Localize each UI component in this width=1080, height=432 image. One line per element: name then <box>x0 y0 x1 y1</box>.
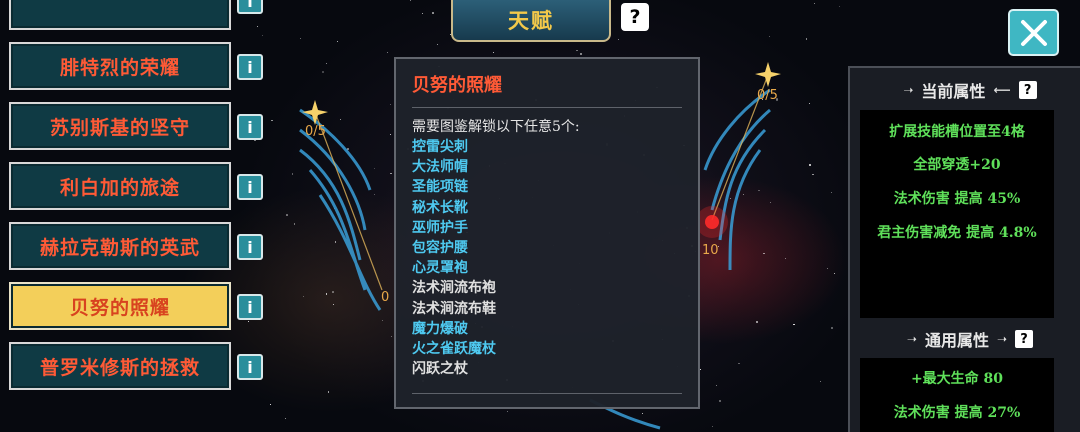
divider <box>412 393 682 394</box>
requirement-item: 闪跃之杖 <box>412 361 468 378</box>
requirement-item: 法术涧流布袍 <box>412 280 496 297</box>
info-icon: i <box>247 117 253 137</box>
sidebar-item-label: 苏别斯基的坚守 <box>49 116 190 139</box>
arrow-right-icon: ➝ <box>906 332 917 346</box>
sidebar-item-label: 普罗米修斯的拯救 <box>39 356 200 379</box>
help-button[interactable]: ? <box>1015 330 1034 348</box>
node-count-right: 0/5 <box>757 88 778 103</box>
general-attributes-box: +最大生命 80 法术伤害 提高 27% <box>860 358 1054 432</box>
info-icon: i <box>247 0 253 11</box>
attribute-line: 扩展技能槽位置至4格 <box>889 124 1025 140</box>
requirement-item: 火之雀跃魔杖 <box>412 340 496 357</box>
tooltip-title: 贝努的照耀 <box>412 75 502 96</box>
talent-tooltip: 贝努的照耀 需要图鉴解锁以下任意5个: 控雷尖刺 大法师帽 圣能项链 秘术长靴 … <box>394 57 700 409</box>
sidebar-item-label: 赫拉克勒斯的英武 <box>39 236 200 259</box>
attribute-panel: ➝ 当前属性 ⟵ ? 扩展技能槽位置至4格 全部穿透+20 法术伤害 提高 45… <box>848 66 1080 432</box>
talent-node-glow <box>696 206 728 238</box>
divider <box>412 107 682 108</box>
question-icon: ? <box>1020 331 1028 347</box>
sidebar-item-sobieski[interactable]: 苏别斯基的坚守 <box>9 102 231 150</box>
sidebar-item-label: 贝努的照耀 <box>69 296 170 319</box>
question-icon: ? <box>629 6 641 28</box>
sidebar-item-bennu[interactable]: 贝努的照耀 <box>9 282 231 330</box>
sidebar-item-label: 腓特烈的荣耀 <box>59 56 180 79</box>
current-attributes-box: 扩展技能槽位置至4格 全部穿透+20 法术伤害 提高 45% 君主伤害减免 提高… <box>860 110 1054 318</box>
tooltip-requirement: 需要图鉴解锁以下任意5个: <box>412 119 580 135</box>
requirement-list: 控雷尖刺 大法师帽 圣能项链 秘术长靴 巫师护手 包容护腰 心灵罩袍 法术涧流布… <box>412 137 496 379</box>
info-button[interactable]: i <box>237 114 263 140</box>
attribute-line: 君主伤害减免 提高 4.8% <box>877 225 1037 241</box>
node-count-mid: 10 <box>702 243 719 258</box>
sidebar-item-frederick[interactable]: 腓特烈的荣耀 <box>9 42 231 90</box>
sidebar-item-prometheus[interactable]: 普罗米修斯的拯救 <box>9 342 231 390</box>
requirement-item: 控雷尖刺 <box>412 139 468 155</box>
node-count-left: 0/5 <box>305 124 326 139</box>
info-icon: i <box>247 177 253 197</box>
sidebar-item-rebekah[interactable]: 利白加的旅途 <box>9 162 231 210</box>
current-attributes-title: 当前属性 <box>921 82 986 101</box>
info-button[interactable]: i <box>237 0 263 14</box>
tab-talent[interactable]: 天赋 <box>451 0 611 42</box>
arrow-right-icon: ➝ <box>903 83 914 97</box>
question-icon: ? <box>1023 82 1032 98</box>
requirement-item: 秘术长靴 <box>412 199 468 216</box>
general-attributes-title: 通用属性 <box>924 331 989 350</box>
attribute-line: 法术伤害 提高 27% <box>893 405 1021 421</box>
current-attributes-header: ➝ 当前属性 ⟵ ? <box>850 78 1080 102</box>
info-button[interactable]: i <box>237 234 263 260</box>
talent-node-star <box>302 100 328 125</box>
requirement-item: 魔力爆破 <box>412 320 468 337</box>
requirement-item: 包容护腰 <box>412 239 468 256</box>
help-button[interactable]: ? <box>1018 81 1037 99</box>
requirement-item: 巫师护手 <box>412 219 468 236</box>
tab-talent-label: 天赋 <box>508 8 554 33</box>
requirement-item: 心灵罩袍 <box>412 260 468 277</box>
sidebar-item-partial[interactable] <box>9 0 231 30</box>
help-button[interactable]: ? <box>621 3 649 31</box>
info-button[interactable]: i <box>237 294 263 320</box>
sidebar-item-heracles[interactable]: 赫拉克勒斯的英武 <box>9 222 231 270</box>
attribute-line: +最大生命 80 <box>910 371 1004 387</box>
info-button[interactable]: i <box>237 54 263 80</box>
info-icon: i <box>247 357 253 377</box>
requirement-item: 法术涧流布鞋 <box>412 300 496 317</box>
sidebar-item-label: 利白加的旅途 <box>59 176 180 199</box>
arrow-left-icon: ➝ <box>997 332 1008 346</box>
attribute-line: 法术伤害 提高 45% <box>893 191 1021 207</box>
info-button[interactable]: i <box>237 174 263 200</box>
requirement-item: 大法师帽 <box>412 159 468 176</box>
talent-node-star <box>755 62 781 87</box>
general-attributes-header: ➝ 通用属性 ➝ ? <box>850 327 1080 351</box>
close-button[interactable] <box>1008 9 1059 56</box>
attribute-line: 全部穿透+20 <box>913 157 1001 173</box>
info-icon: i <box>247 237 253 257</box>
info-button[interactable]: i <box>237 354 263 380</box>
info-icon: i <box>247 57 253 77</box>
close-icon <box>1020 19 1047 46</box>
requirement-item: 圣能项链 <box>412 179 468 196</box>
info-icon: i <box>247 297 253 317</box>
arrow-left-icon: ⟵ <box>993 83 1011 97</box>
node-count-low: 0 <box>381 290 390 305</box>
